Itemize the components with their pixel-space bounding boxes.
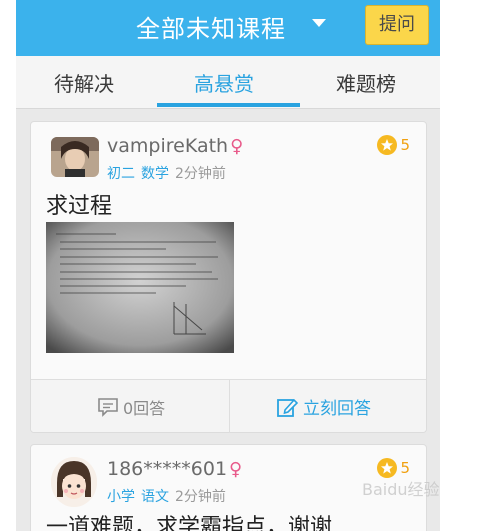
card-actions: 0回答 立刻回答 (31, 379, 426, 433)
app-screen: 全部未知课程 提问 待解决 高悬赏 难题榜 vampireKath ♀ 初二 数学 2… (16, 0, 440, 531)
question-photo[interactable] (46, 222, 234, 353)
username[interactable]: vampireKath ♀ (107, 135, 243, 157)
post-time: 2分钟前 (175, 166, 226, 182)
post-time: 2分钟前 (175, 489, 226, 505)
active-tab-indicator (157, 103, 300, 107)
female-gender-icon: ♀ (230, 136, 244, 157)
reward-amount: 5 (400, 459, 410, 477)
course-filter-title[interactable]: 全部未知课程 (136, 9, 286, 44)
subject-label: 数学 (141, 166, 169, 182)
grade-label: 小学 (107, 489, 135, 505)
question-card[interactable]: vampireKath ♀ 初二 数学 2分钟前 5 求过程 0回答 立刻回答 (30, 121, 427, 433)
star-coin-icon (377, 458, 398, 478)
tab-high-reward[interactable]: 高悬赏 (194, 68, 254, 97)
question-text[interactable]: 求过程 (46, 188, 112, 220)
post-meta: 初二 数学 2分钟前 (107, 163, 226, 183)
reward-amount: 5 (400, 136, 410, 154)
watermark: Baidu经验 (362, 480, 440, 499)
tab-bar: 待解决 高悬赏 难题榜 (16, 56, 440, 109)
chevron-down-icon[interactable] (312, 19, 326, 27)
tab-hard-ranking[interactable]: 难题榜 (336, 68, 396, 97)
answer-now-button[interactable]: 立刻回答 (276, 394, 371, 419)
female-gender-icon: ♀ (229, 459, 243, 480)
grade-label: 初二 (107, 166, 135, 182)
star-coin-icon (377, 135, 398, 155)
answer-count[interactable]: 0回答 (97, 395, 165, 419)
edit-icon (277, 398, 298, 417)
tab-unsolved[interactable]: 待解决 (54, 68, 114, 97)
comment-icon (98, 398, 118, 417)
avatar[interactable] (51, 457, 97, 507)
avatar[interactable] (51, 137, 99, 177)
post-meta: 小学 语文 2分钟前 (107, 486, 226, 506)
ask-question-button[interactable]: 提问 (365, 5, 429, 45)
username[interactable]: 186*****601 ♀ (107, 458, 242, 480)
reward-badge: 5 (377, 458, 410, 478)
divider (229, 380, 230, 433)
question-text[interactable]: 一道难题，求学霸指点，谢谢 (46, 509, 332, 531)
top-bar: 全部未知课程 提问 (16, 0, 440, 56)
subject-label: 语文 (141, 489, 169, 505)
reward-badge: 5 (377, 135, 410, 155)
